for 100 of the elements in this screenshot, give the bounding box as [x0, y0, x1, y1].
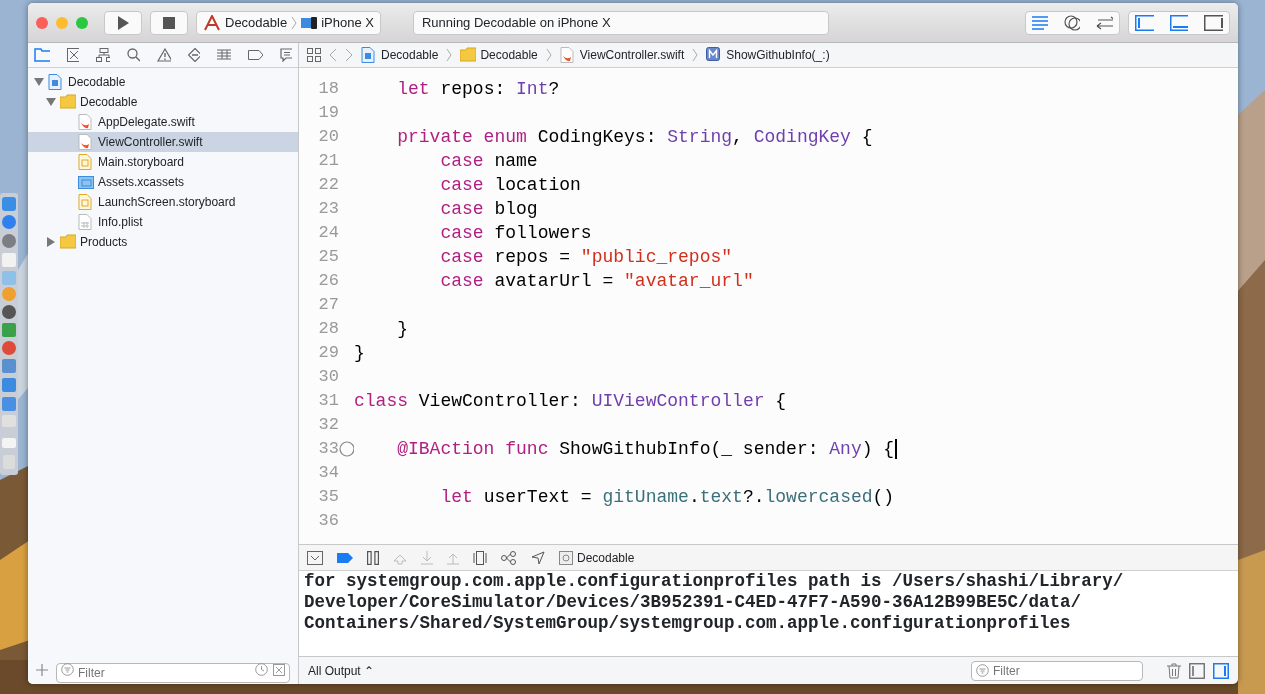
variables-view-icon[interactable] [1189, 662, 1205, 679]
swap-arrows-icon[interactable] [1095, 15, 1113, 30]
add-icon[interactable] [36, 664, 48, 676]
code-line: @IBAction func ShowGithubInfo(_ sender: Any) { [396, 437, 895, 461]
swift-file-icon [559, 47, 576, 63]
breadcrumb-item[interactable]: ViewController.swift [579, 46, 685, 64]
tree-item[interactable]: LaunchScreen.storyboard [28, 192, 298, 212]
breadcrumb-item[interactable]: Decodable [480, 46, 538, 64]
memory-graph-icon[interactable] [501, 550, 517, 565]
location-icon[interactable] [531, 550, 545, 565]
tree-item[interactable]: Decodable [28, 92, 298, 112]
forward-icon[interactable] [345, 48, 353, 62]
right-panel-icon[interactable] [1204, 14, 1223, 31]
folder-icon[interactable] [34, 48, 50, 62]
plist-file-icon [78, 214, 94, 230]
project-icon [48, 74, 64, 90]
storyboard-icon [78, 194, 94, 210]
run-button[interactable] [104, 10, 142, 35]
clock-icon[interactable] [255, 663, 268, 676]
play-icon [117, 15, 129, 30]
swift-file-icon [78, 134, 94, 150]
code-line: let repos: Int? [396, 77, 560, 101]
project-icon [361, 47, 377, 63]
chevron-icon [291, 15, 298, 30]
console-line: Developer/CoreSimulator/Devices/3B952391-C4ED-47F7-A590-36A12B99BE5C/data/ [304, 592, 1083, 613]
tree-item[interactable]: AppDelegate.swift [28, 112, 298, 132]
report-icon[interactable] [279, 48, 292, 62]
tree-item[interactable]: ViewController.swift [28, 132, 298, 152]
debug-target[interactable]: Decodable [577, 548, 635, 567]
breadcrumb-item[interactable]: Decodable [381, 46, 439, 64]
console-filter-field[interactable]: Filter [971, 660, 1143, 681]
code-line: let userText = gitUname.text?.lowercased() [439, 485, 895, 509]
left-panel-icon[interactable] [1135, 14, 1154, 31]
swift-file-icon [78, 114, 94, 130]
trash-icon[interactable] [1167, 662, 1181, 679]
standard-editor-icon[interactable] [1032, 15, 1048, 30]
expanded-icon[interactable] [46, 97, 56, 107]
line-number: 27 [317, 294, 339, 317]
view-hierarchy-icon[interactable] [473, 550, 487, 565]
line-number: 30 [317, 366, 339, 389]
warning-icon[interactable] [156, 48, 171, 62]
code-line: } [396, 317, 408, 341]
close-button[interactable] [36, 16, 48, 29]
console-line: Containers/Shared/SystemGroup/systemgroup.com.apple.configurationprofiles [304, 613, 1072, 634]
code-line: } [354, 341, 365, 365]
stop-button[interactable] [150, 10, 188, 35]
folder-icon [60, 234, 76, 250]
code-line: case repos = "public_repos" [439, 245, 733, 269]
tree-item[interactable]: Main.storyboard [28, 152, 298, 172]
debug-icon[interactable] [217, 49, 232, 61]
storyboard-icon [78, 154, 94, 170]
code-line: case avatarUrl = "avatar_url" [439, 269, 754, 293]
scheme-selector[interactable]: Decodable iPhone X [196, 10, 381, 35]
test-icon[interactable] [187, 48, 201, 62]
collapsed-icon[interactable] [46, 237, 56, 247]
expanded-icon[interactable] [34, 77, 44, 87]
assets-icon [78, 174, 94, 190]
line-number: 29 [317, 342, 339, 365]
chevron-icon [692, 48, 699, 62]
line-number: 33 [317, 438, 339, 461]
hide-console-icon[interactable] [307, 550, 323, 565]
method-icon [706, 47, 723, 63]
output-menu[interactable]: All Output ⌃ [308, 661, 375, 680]
line-number: 28 [317, 318, 339, 341]
scheme-name[interactable]: Decodable [225, 12, 288, 33]
filter-field[interactable]: Filter [56, 663, 290, 683]
line-number: 23 [317, 198, 339, 221]
device-icon [301, 15, 318, 30]
grid-icon[interactable] [307, 48, 321, 62]
tree-item[interactable]: Info.plist [28, 212, 298, 232]
breakpoint-icon[interactable] [248, 50, 263, 60]
app-icon [203, 14, 221, 31]
symbol-icon[interactable] [66, 48, 80, 62]
bottom-panel-icon[interactable] [1169, 14, 1189, 31]
console-view-icon[interactable] [1213, 662, 1229, 679]
scope-icon[interactable] [273, 664, 285, 676]
filter-icon [61, 663, 74, 676]
filter-icon [976, 663, 989, 677]
pause-icon[interactable] [367, 550, 379, 565]
line-number: 20 [317, 126, 339, 149]
line-number: 21 [317, 150, 339, 173]
device-name[interactable]: iPhone X [321, 12, 374, 33]
line-number: 19 [317, 102, 339, 125]
hierarchy-icon[interactable] [96, 48, 111, 62]
tree-item[interactable]: Assets.xcassets [28, 172, 298, 192]
breadcrumb-item[interactable]: ShowGithubInfo(_:) [726, 46, 830, 64]
back-icon[interactable] [329, 48, 337, 62]
linked-circles-icon[interactable] [1063, 14, 1080, 31]
code-line: private enum CodingKeys: String, CodingKey { [396, 125, 873, 149]
tree-item[interactable]: Decodable [28, 72, 298, 92]
chevron-icon [446, 48, 453, 62]
code-line: case location [439, 173, 581, 197]
code-line: case name [439, 149, 538, 173]
search-icon[interactable] [127, 48, 140, 62]
folder-icon [460, 47, 477, 63]
chevron-icon [545, 48, 552, 62]
tree-item[interactable]: Products [28, 232, 298, 252]
line-number: 22 [317, 174, 339, 197]
breakpoint-toggle-icon[interactable] [337, 552, 353, 563]
code-line: case followers [439, 221, 592, 245]
